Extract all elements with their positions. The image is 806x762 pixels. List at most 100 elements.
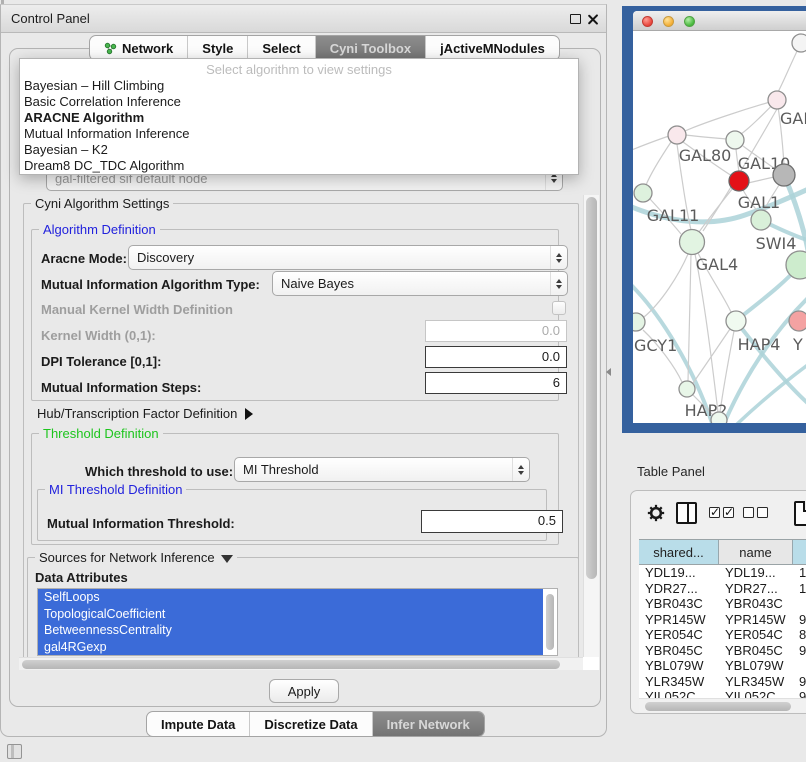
network-node[interactable] bbox=[773, 164, 795, 186]
bottom-tab-impute-data[interactable]: Impute Data bbox=[147, 712, 249, 736]
column-header-a[interactable]: A bbox=[793, 540, 806, 564]
table-row[interactable]: YER054CYER054C8. bbox=[639, 627, 806, 643]
deselect-all-icon[interactable] bbox=[743, 507, 768, 518]
column-header-name[interactable]: name bbox=[719, 540, 793, 564]
select-all-icon[interactable]: ✓✓ bbox=[709, 507, 734, 518]
network-tab-icon bbox=[104, 42, 117, 55]
attribute-item-topologicalcoefficient[interactable]: TopologicalCoefficient bbox=[38, 606, 543, 623]
apply-button[interactable]: Apply bbox=[269, 679, 339, 703]
table-row[interactable]: YPR145WYPR145W9. bbox=[639, 612, 806, 628]
network-node-gal10[interactable] bbox=[726, 131, 744, 149]
tab-style[interactable]: Style bbox=[187, 36, 247, 60]
tab-cyni-toolbox[interactable]: Cyni Toolbox bbox=[315, 36, 425, 60]
hub-definition-section[interactable]: Hub/Transcription Factor Definition bbox=[37, 406, 253, 421]
algorithm-option-dream8-dc-tdc-algorithm[interactable]: Dream8 DC_TDC Algorithm bbox=[20, 158, 578, 174]
bottom-tab-discretize-data[interactable]: Discretize Data bbox=[249, 712, 371, 736]
tab-select[interactable]: Select bbox=[247, 36, 314, 60]
zoom-traffic-light-icon[interactable] bbox=[684, 16, 695, 27]
list-scrollbar-thumb[interactable] bbox=[546, 594, 554, 650]
expand-arrow-icon[interactable] bbox=[245, 408, 253, 420]
attribute-item-selfloops[interactable]: SelfLoops bbox=[38, 589, 543, 606]
network-node-gal1[interactable] bbox=[729, 171, 749, 191]
table-row[interactable]: YBR045CYBR045C9. bbox=[639, 643, 806, 659]
splitter-collapse-icon[interactable] bbox=[606, 368, 611, 376]
kernel-width-field[interactable]: 0.0 bbox=[425, 320, 567, 342]
algorithm-option-aracne-algorithm[interactable]: ARACNE Algorithm bbox=[20, 110, 578, 126]
network-node-gal80[interactable] bbox=[668, 126, 686, 144]
settings-vscroll-thumb[interactable] bbox=[586, 197, 597, 579]
network-edge[interactable] bbox=[646, 142, 671, 185]
tab-jactivemnodules[interactable]: jActiveMNodules bbox=[425, 36, 559, 60]
table-hscroll-thumb[interactable] bbox=[645, 702, 791, 711]
close-panel-icon[interactable] bbox=[587, 13, 599, 25]
table-row[interactable]: YIL052CYIL052C9. bbox=[639, 689, 806, 698]
manual-kernel-checkbox[interactable] bbox=[552, 301, 566, 315]
network-edge[interactable] bbox=[720, 331, 734, 412]
settings-vertical-scrollbar[interactable] bbox=[583, 195, 599, 658]
settings-hscroll-thumb[interactable] bbox=[22, 660, 560, 669]
network-view-window[interactable]: GALGAL80GAL10GAL1GAL11SWI4GAL4HAP4YGCY1H… bbox=[633, 11, 806, 423]
table-row[interactable]: YDL19...YDL19...13 bbox=[639, 565, 806, 581]
network-node-label: GAL11 bbox=[647, 206, 700, 225]
table-row[interactable]: YDR27...YDR27...12 bbox=[639, 581, 806, 597]
algorithm-option-basic-correlation-inference[interactable]: Basic Correlation Inference bbox=[20, 94, 578, 110]
network-edge[interactable] bbox=[748, 177, 774, 183]
table-row[interactable]: YBL079WYBL079W bbox=[639, 658, 806, 674]
table-horizontal-scrollbar[interactable] bbox=[639, 698, 806, 712]
tab-network[interactable]: Network bbox=[90, 36, 187, 60]
network-node-gcy1[interactable] bbox=[633, 313, 645, 331]
gear-icon[interactable] bbox=[647, 504, 665, 522]
algorithm-option-bayesian-hill-climbing[interactable]: Bayesian – Hill Climbing bbox=[20, 78, 578, 94]
network-node[interactable] bbox=[711, 412, 727, 423]
network-node-swi4[interactable] bbox=[751, 210, 771, 230]
algorithm-popup-placeholder: Select algorithm to view settings bbox=[20, 62, 578, 78]
mi-threshold-field[interactable]: 0.5 bbox=[421, 510, 563, 533]
network-edge[interactable] bbox=[686, 135, 726, 139]
sources-group-label[interactable]: Sources for Network Inference bbox=[35, 550, 237, 565]
bottom-tab-infer-network[interactable]: Infer Network bbox=[372, 712, 484, 736]
mi-type-combo[interactable]: Naive Bayes bbox=[272, 271, 568, 296]
network-edge[interactable] bbox=[633, 136, 669, 151]
table-cell: 9. bbox=[793, 674, 806, 690]
network-node[interactable] bbox=[792, 34, 806, 52]
table-row[interactable]: YBR043CYBR043C bbox=[639, 596, 806, 612]
algorithm-option-mutual-information-inference[interactable]: Mutual Information Inference bbox=[20, 126, 578, 142]
table-cell: YBL079W bbox=[719, 658, 793, 674]
manual-kernel-label: Manual Kernel Width Definition bbox=[41, 302, 233, 317]
network-edge[interactable] bbox=[699, 188, 733, 232]
algorithm-option-bayesian-k2[interactable]: Bayesian – K2 bbox=[20, 142, 578, 158]
table-cell: YPR145W bbox=[639, 612, 719, 628]
network-node-gal4[interactable] bbox=[680, 230, 705, 255]
network-node-gal11[interactable] bbox=[634, 184, 652, 202]
attribute-item-gal4rgexp[interactable]: gal4RGexp bbox=[38, 639, 543, 656]
network-edge[interactable] bbox=[685, 100, 777, 131]
table-panel: ✓✓ shared...nameA YDL19...YDL19...13YDR2… bbox=[630, 490, 806, 714]
settings-horizontal-scrollbar[interactable] bbox=[19, 657, 583, 670]
tab-label: Cyni Toolbox bbox=[330, 41, 411, 56]
aracne-mode-combo[interactable]: Discovery bbox=[128, 245, 568, 270]
which-threshold-combo[interactable]: MI Threshold bbox=[234, 457, 530, 482]
minimize-traffic-light-icon[interactable] bbox=[663, 16, 674, 27]
close-traffic-light-icon[interactable] bbox=[642, 16, 653, 27]
collapse-arrow-icon[interactable] bbox=[221, 555, 233, 563]
minimized-panel-icon[interactable] bbox=[7, 744, 22, 759]
column-header-shared[interactable]: shared... bbox=[639, 540, 719, 564]
split-view-icon[interactable] bbox=[676, 502, 697, 524]
dpi-tolerance-field[interactable]: 0.0 bbox=[425, 346, 567, 368]
network-node-y[interactable] bbox=[789, 311, 806, 331]
attribute-item-betweennesscentrality[interactable]: BetweennessCentrality bbox=[38, 622, 543, 639]
network-node-hap4[interactable] bbox=[726, 311, 746, 331]
table-row[interactable]: YLR345WYLR345W9. bbox=[639, 674, 806, 690]
sources-group-title: Sources for Network Inference bbox=[39, 550, 215, 565]
network-node-label: GAL bbox=[780, 109, 806, 128]
data-attributes-list[interactable]: SelfLoopsTopologicalCoefficientBetweenne… bbox=[37, 588, 558, 656]
mi-steps-field[interactable]: 6 bbox=[425, 372, 567, 394]
network-edge[interactable] bbox=[693, 329, 730, 383]
float-panel-icon[interactable] bbox=[570, 14, 581, 24]
network-edge[interactable] bbox=[688, 254, 691, 381]
document-icon[interactable] bbox=[794, 501, 806, 526]
network-window-titlebar[interactable] bbox=[633, 11, 806, 31]
network-canvas[interactable]: GALGAL80GAL10GAL1GAL11SWI4GAL4HAP4YGCY1H… bbox=[633, 31, 806, 423]
network-node-hap2[interactable] bbox=[679, 381, 695, 397]
network-node-gal[interactable] bbox=[768, 91, 786, 109]
